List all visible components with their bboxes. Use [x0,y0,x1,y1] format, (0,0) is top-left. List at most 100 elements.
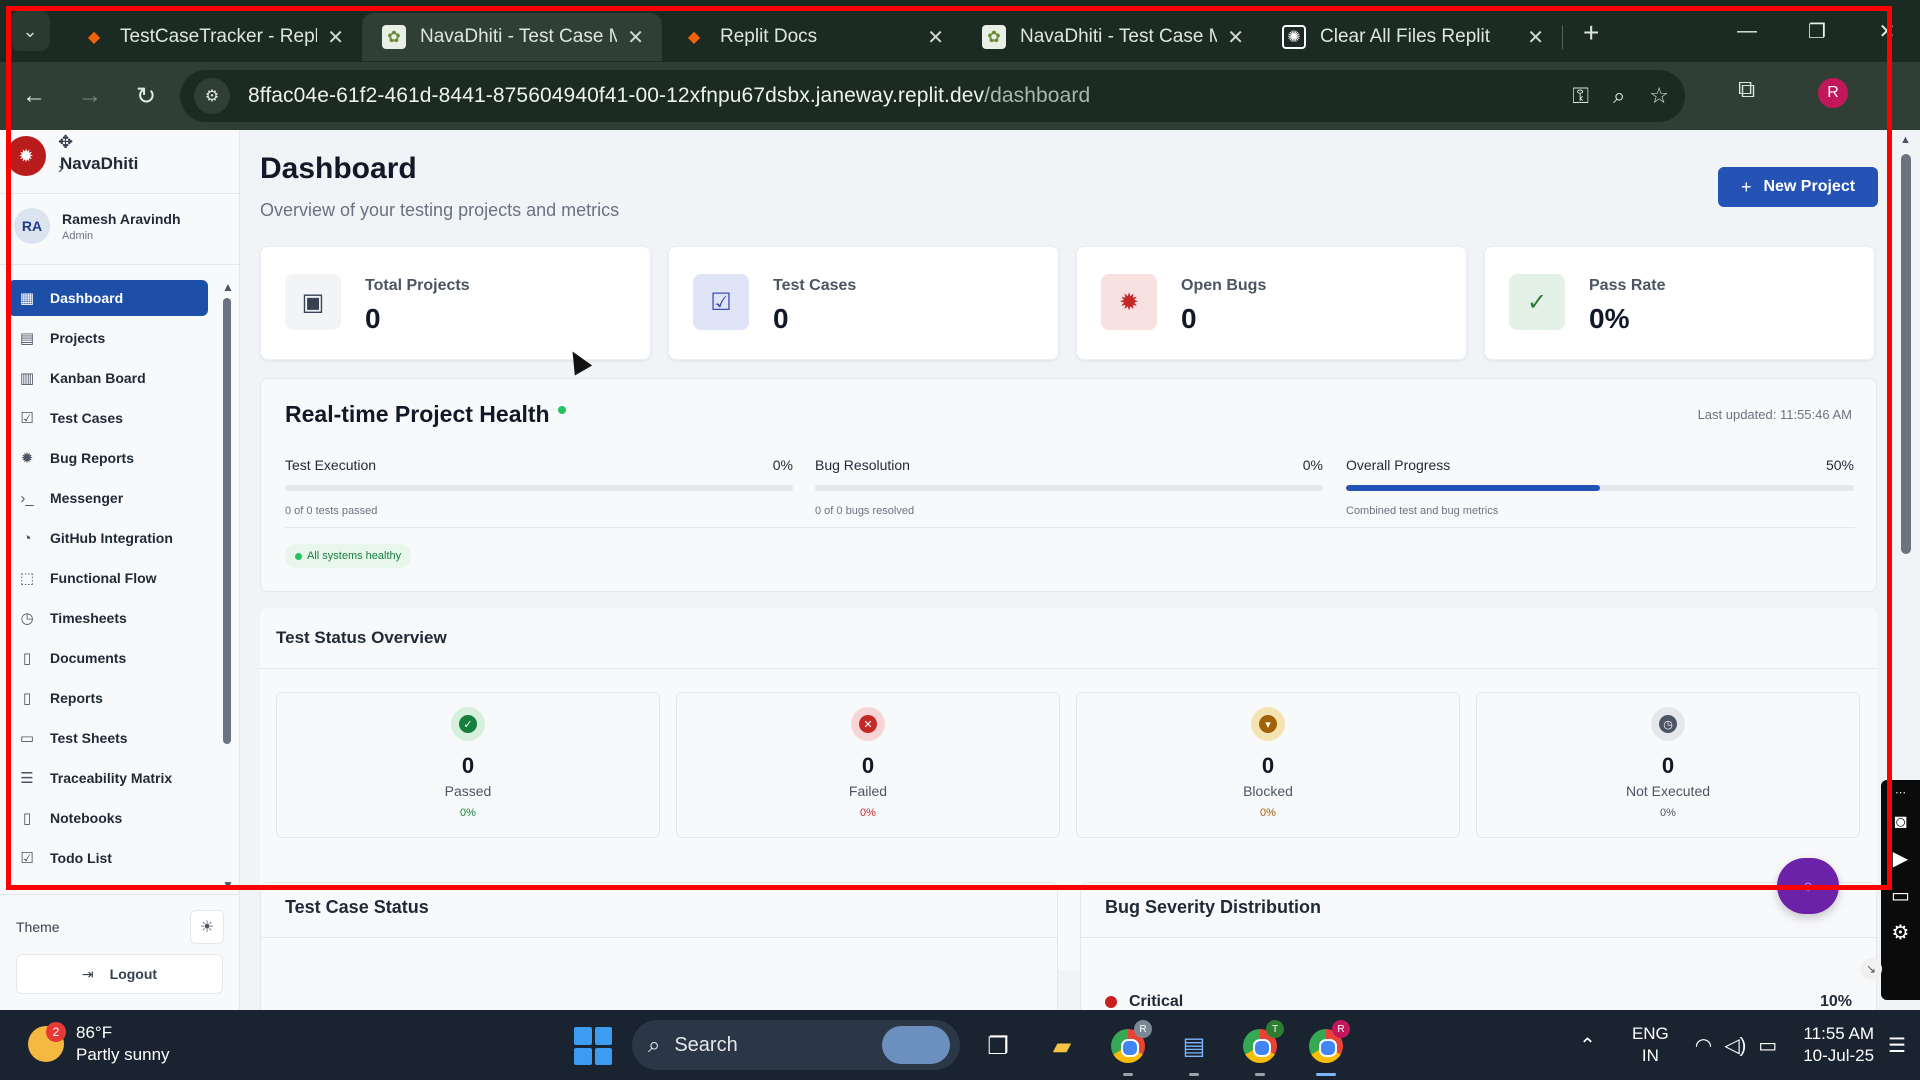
sidebar-item-test-sheets[interactable]: ▭ Test Sheets [8,720,208,756]
clock[interactable]: 11:55 AM 10-Jul-25 [1803,1023,1874,1067]
bookmark-star-icon[interactable]: ☆ [1649,83,1669,109]
sidebar-scrollbar[interactable]: ▲ ▼ [220,280,234,892]
forward-button[interactable]: → [68,74,112,118]
restore-button[interactable]: ❐ [1782,0,1852,62]
more-icon[interactable]: ⋯ [1895,786,1906,799]
sidebar-item-todo-list[interactable]: ☑ Todo List [8,840,208,876]
notepad-icon[interactable]: ▤ [1172,1024,1216,1076]
section-divider [260,668,1877,669]
gear-icon[interactable]: ⚙ [1892,920,1910,945]
close-icon[interactable]: ✕ [927,25,944,50]
checkbox-icon: ☑ [20,410,34,427]
password-key-icon[interactable]: ⚿ [1572,83,1589,109]
theme-label: Theme [16,919,60,935]
start-button[interactable] [574,1027,612,1065]
sidebar-item-projects[interactable]: ▤ Projects [8,320,208,356]
user-profile[interactable]: RA Ramesh Aravindh Admin [14,208,181,244]
chevron-up-icon[interactable]: ⌃ [1579,1033,1596,1058]
stat-card-pass-rate: ✓ Pass Rate 0% [1484,246,1875,360]
new-project-button[interactable]: + New Project [1718,167,1878,207]
sidebar-item-traceability-matrix[interactable]: ☰ Traceability Matrix [8,760,208,796]
metric-caption: 0 of 0 bugs resolved [815,505,915,517]
sidebar-item-kanban-board[interactable]: ▥ Kanban Board [8,360,208,396]
severity-percent: 10% [1819,993,1852,1010]
weather-widget[interactable]: 2 86°F Partly sunny [28,1022,170,1066]
video-icon[interactable]: ▶ [1893,846,1908,871]
stat-value: 0 [1181,303,1197,334]
sidebar-item-bug-reports[interactable]: ✹ Bug Reports [8,440,208,476]
sidebar-item-label: Todo List [50,850,112,866]
wifi-icon[interactable]: ◠ [1695,1033,1712,1058]
sidebar-item-reports[interactable]: ▯ Reports [8,680,208,716]
logout-button[interactable]: ⇥ Logout [16,954,223,994]
new-tab-button[interactable]: + [1583,17,1599,49]
close-icon[interactable]: ✕ [1227,25,1244,50]
volume-icon[interactable]: ◁) [1724,1033,1746,1058]
last-updated: Last updated: 11:55:46 AM [1697,407,1852,422]
scrollbar-thumb[interactable] [223,298,231,744]
minimize-recorder-icon[interactable]: ↘ [1860,958,1882,980]
bug-icon: ✹ [1101,274,1157,330]
sidebar-item-messenger[interactable]: ›_ Messenger [8,480,208,516]
theme-toggle-button[interactable]: ☀ [190,910,224,944]
card-title: Test Case Status [285,897,429,917]
status-percent: 0% [1660,807,1676,819]
sidebar-item-test-cases[interactable]: ☑ Test Cases [8,400,208,436]
sidebar-item-timesheets[interactable]: ◷ Timesheets [8,600,208,636]
sidebar-item-github-integration[interactable]: ◔ GitHub Integration [8,520,208,556]
sidebar-item-notebooks[interactable]: ▯ Notebooks [8,800,208,836]
sidebar-item-dashboard[interactable]: ▦ Dashboard [8,280,208,316]
status-dot [295,552,302,560]
file-explorer-icon[interactable]: ▰ [1040,1024,1084,1068]
close-window-button[interactable]: ✕ [1852,0,1920,62]
scrollbar-thumb[interactable] [1901,154,1911,554]
battery-icon[interactable]: ▭ [1758,1033,1777,1058]
browser-tab-4[interactable]: ✿ NavaDhiti - Test Case Ma ✕ [962,13,1262,61]
task-view-icon[interactable]: ❐ [976,1024,1020,1068]
taskbar-search[interactable]: ⌕ Search [632,1020,960,1070]
scroll-up-icon[interactable]: ▲ [222,280,234,294]
url-input[interactable]: ⚙ 8ffac04e-61f2-461d-8441-875604940f41-0… [180,70,1685,122]
stat-label: Total Projects [365,277,470,294]
search-icon: ⌕ [648,1032,661,1057]
profile-avatar[interactable]: R [1818,78,1848,108]
close-icon[interactable]: ✕ [627,25,644,50]
back-button[interactable]: ← [12,74,56,118]
tab-title: TestCaseTracker - Replit [120,26,318,47]
minimize-button[interactable]: — [1712,0,1782,62]
sidebar-item-documents[interactable]: ▯ Documents [8,640,208,676]
scroll-up-icon[interactable]: ▲ [1900,134,1911,146]
notifications-icon[interactable]: ☰ [1888,1033,1906,1058]
browser-tab-5[interactable]: ✺ Clear All Files Replit ✕ [1262,13,1562,61]
severity-row-critical: Critical 10% [1105,993,1852,1010]
window-icon[interactable]: ▭ [1891,883,1910,908]
profile-badge: R [1134,1020,1152,1038]
move-icon[interactable]: ✥ [58,132,73,153]
chat-fab[interactable]: ○ [1777,858,1839,914]
reload-button[interactable]: ↻ [124,74,168,118]
scroll-down-icon[interactable]: ▼ [222,878,234,892]
progress-bar [815,485,1323,491]
taskbar-chrome-3[interactable]: R [1304,1020,1350,1076]
status-label: Failed [848,783,888,799]
browser-tab-2[interactable]: ✿ NavaDhiti - Test Case Ma ✕ [362,13,662,61]
project-health-card: Real-time Project Health Last updated: 1… [260,378,1877,592]
language-indicator[interactable]: ENG IN [1632,1023,1669,1067]
metric-overall-progress: Overall Progress 50% Combined test and bu… [1346,457,1854,517]
close-icon[interactable]: ✕ [1527,25,1544,50]
taskbar-chrome-1[interactable]: R [1106,1020,1152,1076]
extensions-icon[interactable]: ⧉ [1738,76,1755,104]
chevron-right-icon[interactable]: › [58,160,63,178]
tab-title: NavaDhiti - Test Case Ma [1020,26,1218,47]
bug-report-fab[interactable]: ✹ [6,136,46,176]
sidebar-item-functional-flow[interactable]: ⬚ Functional Flow [8,560,208,596]
browser-tab-3[interactable]: ◆ Replit Docs ✕ [662,13,962,61]
close-icon[interactable]: ✕ [327,25,344,50]
camera-icon[interactable]: ◙ [1894,811,1906,834]
taskbar-chrome-2[interactable]: T [1238,1020,1284,1076]
url-path: /dashboard [984,84,1091,107]
zoom-icon[interactable]: ⌕ [1613,83,1625,109]
site-info-icon[interactable]: ⚙ [194,78,230,114]
browser-tab-1[interactable]: ◆ TestCaseTracker - Replit ✕ [62,13,362,61]
tab-search-button[interactable]: ⌄ [10,11,50,51]
